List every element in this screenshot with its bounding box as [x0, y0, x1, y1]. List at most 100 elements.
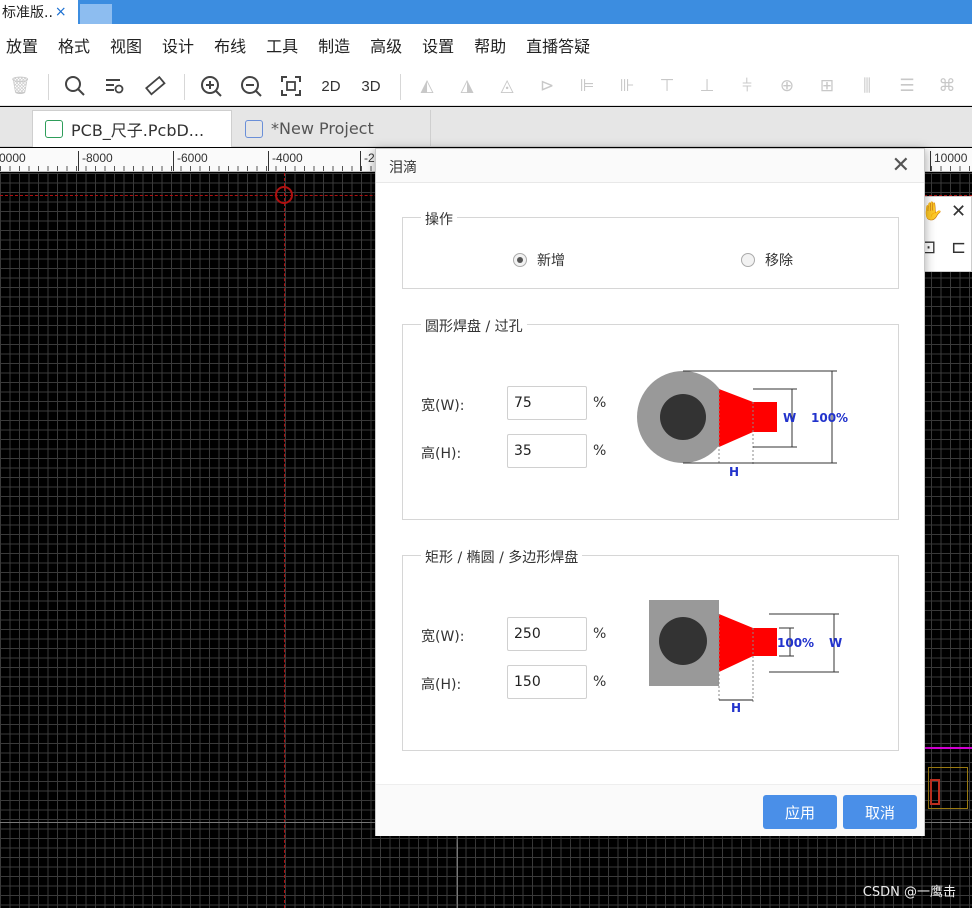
rect-pad-hole	[659, 617, 707, 665]
teardrop-shape	[719, 389, 777, 447]
browser-tab-active[interactable]: 标准版.. ×	[0, 0, 78, 24]
operation-group: 操作 新增 移除	[402, 209, 899, 289]
distribute-v-icon[interactable]: ☰	[893, 72, 921, 100]
canvas-tool-panel: ✋ ✕ ⊡ ⊏	[921, 196, 972, 272]
toolbar-separator	[400, 74, 401, 100]
diagram-w-label: W	[783, 411, 796, 425]
close-icon[interactable]: ✕	[892, 153, 910, 178]
dialog-header: 泪滴 ✕	[376, 149, 924, 183]
apply-button[interactable]: 应用	[763, 795, 837, 829]
ruler-label: -8000	[78, 151, 113, 171]
component-pad[interactable]	[930, 779, 940, 805]
browser-tab-close-icon[interactable]: ×	[55, 4, 67, 20]
zoom-in-icon[interactable]	[197, 72, 225, 100]
radio-add-dot[interactable]	[513, 253, 527, 267]
menu-item-settings[interactable]: 设置	[422, 33, 454, 57]
menu-bar: 放置 格式 视图 设计 布线 工具 制造 高级 设置 帮助 直播答疑	[0, 24, 972, 66]
align-center-v-icon[interactable]: ⊕	[773, 72, 801, 100]
rect-pad-group: 矩形 / 椭圆 / 多边形焊盘 宽(W): % 高(H): % 100% W H	[402, 547, 899, 751]
origin-crosshair-vertical	[284, 173, 285, 908]
tab-new-project[interactable]: *New Project	[233, 110, 431, 147]
round-width-unit: %	[593, 395, 607, 411]
rect-teardrop-diagram: 100% W H	[649, 600, 842, 712]
round-pad-hole	[660, 394, 706, 440]
flip-horizontal-icon[interactable]: ◬	[493, 72, 521, 100]
rect-height-input[interactable]	[507, 665, 587, 699]
origin-marker-icon	[275, 186, 293, 204]
round-height-unit: %	[593, 443, 607, 459]
rect-width-label: 宽(W):	[421, 629, 465, 645]
align-left-icon[interactable]: ◭	[413, 72, 441, 100]
watermark: CSDN @一鹰击	[862, 885, 956, 900]
round-teardrop-diagram: W 100% H	[637, 370, 848, 477]
delete-icon[interactable]: 🗑	[6, 72, 34, 100]
rect-pad-group-title: 矩形 / 椭圆 / 多边形焊盘	[421, 547, 583, 567]
align-top-edge-icon[interactable]: ⊤	[653, 72, 681, 100]
teardrop-shape	[719, 614, 777, 672]
search-icon[interactable]	[61, 72, 89, 100]
find-list-icon[interactable]	[101, 72, 129, 100]
document-tabs: PCB_尺子.PcbD... *New Project	[0, 107, 972, 147]
rect-width-input[interactable]	[507, 617, 587, 651]
browser-tab-inactive[interactable]	[80, 4, 112, 24]
menu-item-design[interactable]: 设计	[162, 33, 194, 57]
rect-height-unit: %	[593, 674, 607, 690]
toolbar-separator	[184, 74, 185, 100]
align-top-icon[interactable]: ⊫	[573, 72, 601, 100]
toolbar-separator	[48, 74, 49, 100]
radio-remove-dot[interactable]	[741, 253, 755, 267]
menu-item-advanced[interactable]: 高级	[370, 33, 402, 57]
distribute-h-icon[interactable]: ⫼	[853, 72, 881, 100]
diagram-w-label: W	[829, 636, 842, 650]
dialog-title: 泪滴	[389, 160, 417, 176]
align-grid-icon[interactable]: ⊞	[813, 72, 841, 100]
ruler-measure-icon[interactable]	[141, 72, 169, 100]
cancel-button[interactable]: 取消	[843, 795, 917, 829]
radio-remove[interactable]: 移除	[741, 250, 793, 270]
flip-vertical-icon[interactable]: ⊳	[533, 72, 561, 100]
measure-icon[interactable]: ⊏	[951, 237, 966, 258]
pcb-doc-icon	[45, 120, 63, 138]
round-width-input[interactable]	[507, 386, 587, 420]
tab-pcb-label: PCB_尺子.PcbD...	[71, 121, 205, 140]
round-width-label: 宽(W):	[421, 398, 465, 414]
ruler-label: 0000	[0, 151, 26, 165]
project-icon	[245, 119, 263, 138]
browser-tab-strip: 标准版.. ×	[0, 0, 972, 24]
menu-item-tools[interactable]: 工具	[266, 33, 298, 57]
align-right-icon[interactable]: ◮	[453, 72, 481, 100]
menu-item-live-qa[interactable]: 直播答疑	[526, 33, 590, 57]
toolbar: 🗑 2D 3D ◭ ◮ ◬ ⊳ ⊫ ⊪ ⊤ ⊥ ⫩ ⊕ ⊞ ⫼ ☰ ⌘	[0, 66, 972, 106]
menu-item-route[interactable]: 布线	[214, 33, 246, 57]
browser-tab-title: 标准版..	[2, 5, 53, 21]
teardrop-dialog: 泪滴 ✕ 操作 新增 移除 圆形焊盘 / 过孔 宽(W): % 高(H): %	[375, 148, 925, 836]
round-height-input[interactable]	[507, 434, 587, 468]
view-3d-button[interactable]: 3D	[357, 72, 385, 100]
align-bottom-edge-icon[interactable]: ⊥	[693, 72, 721, 100]
menu-item-fabrication[interactable]: 制造	[318, 33, 350, 57]
menu-item-place[interactable]: 放置	[6, 33, 38, 57]
align-bottom-icon[interactable]: ⊪	[613, 72, 641, 100]
round-pad-group-title: 圆形焊盘 / 过孔	[421, 316, 527, 336]
operation-group-title: 操作	[421, 209, 457, 229]
view-2d-button[interactable]: 2D	[317, 72, 345, 100]
ruler-label: -4000	[268, 151, 303, 171]
fit-view-icon[interactable]	[277, 72, 305, 100]
round-pad-group: 圆形焊盘 / 过孔 宽(W): % 高(H): % W 100% H	[402, 316, 899, 520]
align-center-h-icon[interactable]: ⫩	[733, 72, 761, 100]
distribute-grid-icon[interactable]: ⌘	[933, 72, 961, 100]
tab-pcb-document[interactable]: PCB_尺子.PcbD...	[32, 110, 232, 147]
menu-item-view[interactable]: 视图	[110, 33, 142, 57]
rect-width-unit: %	[593, 626, 607, 642]
menu-item-help[interactable]: 帮助	[474, 33, 506, 57]
radio-add[interactable]: 新增	[513, 250, 565, 270]
dialog-footer: 应用 取消	[376, 784, 924, 836]
tab-project-label: *New Project	[271, 119, 374, 138]
round-height-label: 高(H):	[421, 446, 462, 462]
diagram-pct-label: 100%	[811, 411, 848, 425]
diagram-h-label: H	[729, 465, 739, 477]
menu-item-format[interactable]: 格式	[58, 33, 90, 57]
select-lasso-icon[interactable]: ✕	[951, 201, 966, 222]
rect-height-label: 高(H):	[421, 677, 462, 693]
zoom-out-icon[interactable]	[237, 72, 265, 100]
